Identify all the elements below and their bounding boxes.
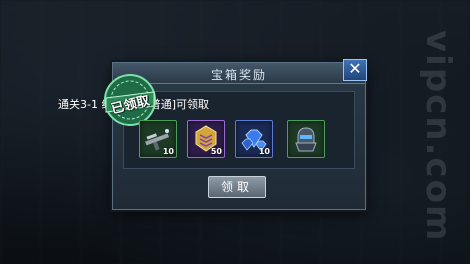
reward-item[interactable]: 10 <box>139 120 177 158</box>
close-button[interactable]: ✕ <box>343 59 367 81</box>
reward-item[interactable]: 10 <box>235 120 273 158</box>
watermark: vipcn.com <box>418 30 458 243</box>
reward-item[interactable] <box>287 120 325 158</box>
item-quantity: 10 <box>162 147 174 156</box>
item-quantity: 10 <box>258 147 270 156</box>
claim-button[interactable]: 领取 <box>208 176 266 198</box>
reward-items: 10 50 10 <box>139 120 339 160</box>
item-quantity: 50 <box>210 147 222 156</box>
armor-helmet-icon <box>295 127 317 152</box>
dialog-title: 宝箱奖励 <box>210 68 267 82</box>
reward-item[interactable]: 50 <box>187 120 225 158</box>
